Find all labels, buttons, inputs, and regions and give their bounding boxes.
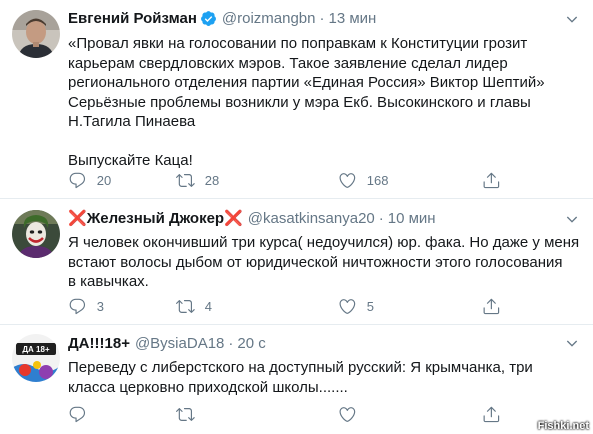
share-button[interactable] bbox=[482, 296, 501, 316]
cross-mark-icon: ❌ bbox=[68, 210, 87, 227]
tweet-text-line: Серьёзные проблемы возникли у мэра Екб. … bbox=[68, 93, 531, 111]
tweet-text-line: регионального отделения партии «Единая Р… bbox=[68, 74, 545, 91]
author-handle[interactable]: @kasatkinsanya20 bbox=[248, 210, 375, 227]
reply-icon bbox=[69, 172, 86, 188]
retweet-count: 28 bbox=[204, 172, 220, 188]
reply-icon bbox=[69, 406, 86, 422]
like-button[interactable] bbox=[338, 404, 367, 424]
watermark: Fishki.net bbox=[537, 420, 589, 432]
author-handle[interactable]: @roizmangbn bbox=[222, 10, 316, 27]
avatar[interactable]: ДА 18+ bbox=[12, 334, 60, 382]
verified-badge-icon bbox=[200, 10, 217, 27]
tweet-text-line: в кавычках. bbox=[68, 273, 149, 290]
share-icon bbox=[483, 298, 500, 314]
avatar[interactable] bbox=[12, 210, 60, 258]
retweet-icon bbox=[176, 173, 195, 187]
like-button[interactable]: 5 bbox=[338, 296, 374, 316]
like-icon bbox=[339, 406, 356, 422]
share-button[interactable] bbox=[482, 170, 501, 190]
tweet-text-line: карьерам свердловских мэров. Такое заявл… bbox=[68, 54, 508, 72]
timestamp[interactable]: 20 с bbox=[237, 335, 265, 352]
tweet-text-line: класса церковно приходской школы....... bbox=[68, 378, 348, 396]
tweet[interactable]: ❌Железный Джокер❌ @kasatkinsanya20 · 10 … bbox=[0, 198, 593, 324]
like-count: 5 bbox=[366, 298, 374, 314]
tweet-actions bbox=[68, 404, 508, 424]
tweet-text: Я человек окончивший три курса( недоучил… bbox=[68, 233, 581, 292]
tweet-text-line: Переведу с либерстского на доступный рус… bbox=[68, 359, 533, 376]
like-count: 168 bbox=[366, 172, 389, 188]
reply-count: 20 bbox=[96, 172, 112, 188]
separator: · bbox=[319, 9, 325, 27]
retweet-icon bbox=[176, 407, 195, 421]
author-name-text: Железный Джокер bbox=[86, 210, 225, 227]
tweet[interactable]: ДА 18+ ДА!!!18+ @BysiaDA18 · 20 с Переве… bbox=[0, 324, 593, 434]
avatar-badge-text: ДА 18+ bbox=[22, 345, 50, 354]
author-handle[interactable]: @BysiaDA18 bbox=[135, 335, 224, 352]
tweet-text: Переведу с либерстского на доступный рус… bbox=[68, 358, 581, 397]
tweet-text: «Провал явки на голосовании по поправкам… bbox=[68, 34, 581, 170]
tweet-text-line: Я человек окончивший три курса( недоучил… bbox=[68, 234, 580, 251]
share-icon bbox=[483, 406, 500, 422]
tweet-text-line: Выпускайте Каца! bbox=[68, 151, 193, 169]
tweet[interactable]: Евгений Ройзман @roizmangbn · 13 мин «Пр… bbox=[0, 0, 593, 198]
chevron-down-icon[interactable] bbox=[563, 334, 581, 352]
like-icon bbox=[339, 172, 356, 188]
share-button[interactable] bbox=[482, 404, 501, 424]
tweet-actions: 3 4 5 bbox=[68, 296, 508, 316]
tweet-text-line: Н.Тагила Пинаева bbox=[68, 113, 196, 130]
retweet-count: 4 bbox=[204, 298, 212, 314]
reply-button[interactable]: 3 bbox=[68, 296, 104, 316]
line-break bbox=[68, 132, 581, 151]
avatar[interactable] bbox=[12, 10, 60, 58]
reply-button[interactable]: 20 bbox=[68, 170, 111, 190]
tweet-actions: 20 28 168 bbox=[68, 170, 508, 190]
cross-mark-icon: ❌ bbox=[224, 210, 243, 227]
author-name[interactable]: ❌Железный Джокер❌ bbox=[68, 209, 243, 227]
author-name[interactable]: ДА!!!18+ bbox=[68, 335, 130, 352]
separator: · bbox=[228, 334, 234, 352]
tweet-text-line: «Провал явки на голосовании по поправкам… bbox=[68, 35, 528, 52]
like-button[interactable]: 168 bbox=[338, 170, 388, 190]
retweet-button[interactable] bbox=[176, 404, 205, 424]
timestamp[interactable]: 13 мин bbox=[329, 10, 377, 27]
timestamp[interactable]: 10 мин bbox=[388, 210, 436, 227]
author-name[interactable]: Евгений Ройзман bbox=[68, 10, 197, 27]
chevron-down-icon[interactable] bbox=[563, 10, 581, 28]
like-icon bbox=[339, 298, 356, 314]
chevron-down-icon[interactable] bbox=[563, 210, 581, 228]
reply-icon bbox=[69, 298, 86, 314]
retweet-icon bbox=[176, 299, 195, 313]
retweet-button[interactable]: 4 bbox=[176, 296, 212, 316]
tweet-text-line: встают волосы дыбом от юридической ничто… bbox=[68, 253, 563, 271]
retweet-button[interactable]: 28 bbox=[176, 170, 219, 190]
reply-count: 3 bbox=[96, 298, 104, 314]
share-icon bbox=[483, 172, 500, 188]
separator: · bbox=[378, 209, 384, 227]
reply-button[interactable] bbox=[68, 404, 97, 424]
